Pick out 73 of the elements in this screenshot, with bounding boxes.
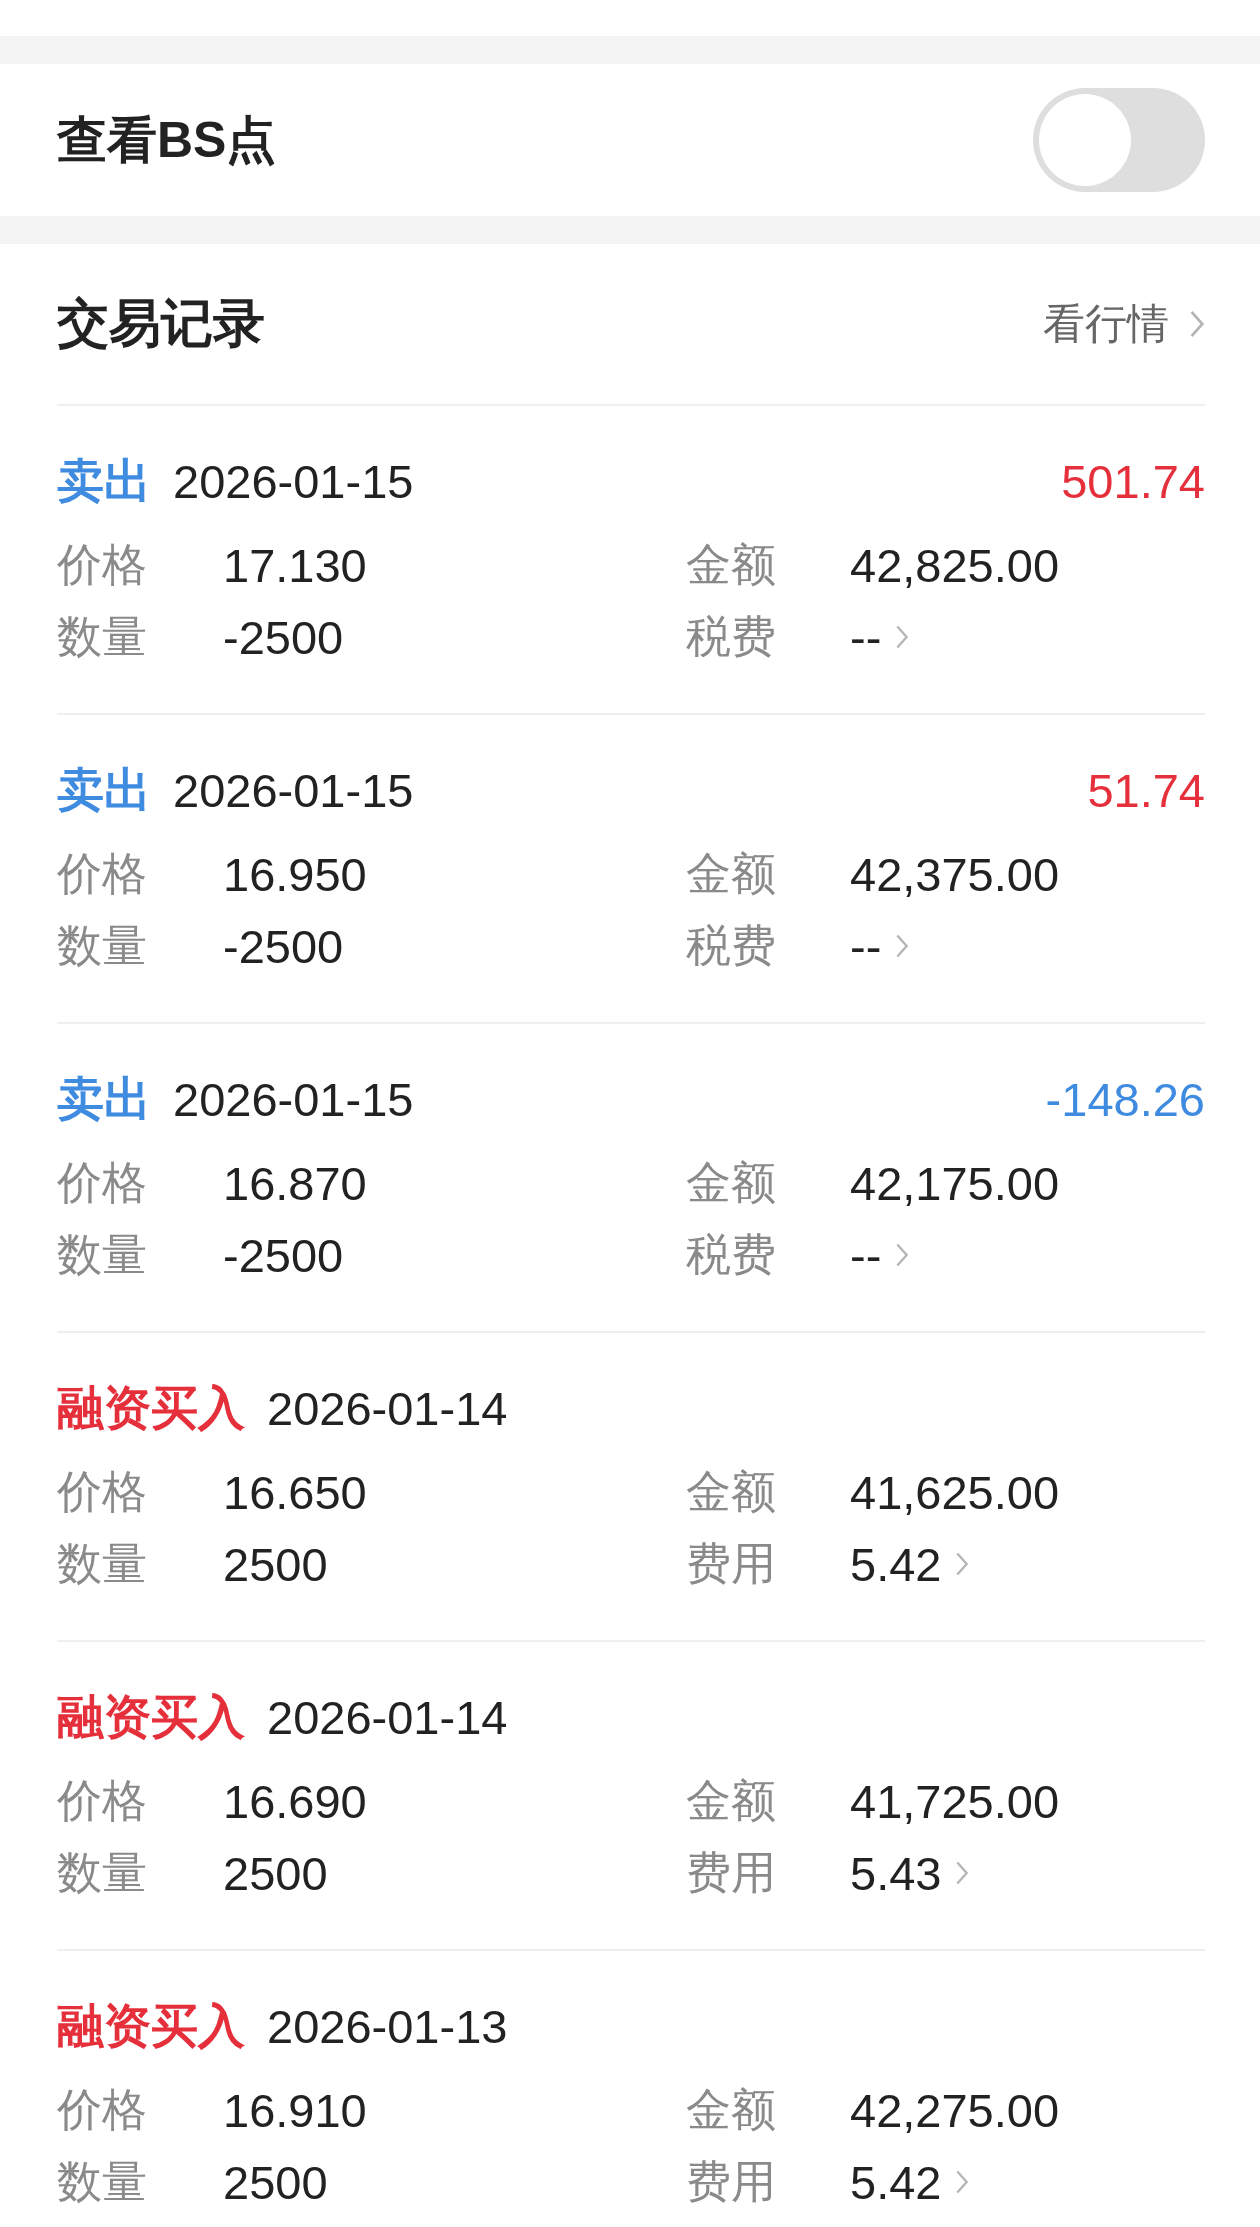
fee-link[interactable]: 5.42 <box>850 2154 942 2210</box>
chevron-icon <box>895 933 910 959</box>
field-label: 数量 <box>57 2155 148 2209</box>
price-value: 16.650 <box>223 1464 368 1520</box>
quantity-value: -2500 <box>223 609 345 665</box>
trade-type: 卖出 <box>57 452 151 509</box>
fee-link[interactable]: -- <box>850 918 882 974</box>
amount-value: 42,375.00 <box>850 846 1061 902</box>
chevron-icon <box>955 1860 970 1886</box>
field-label: 金额 <box>686 538 777 592</box>
quantity-value: -2500 <box>223 1227 345 1283</box>
field-label: 价格 <box>57 1774 148 1828</box>
setting-label: 查看BS点 <box>57 110 277 170</box>
market-link[interactable]: 看行情 <box>1043 296 1205 352</box>
field-label: 价格 <box>57 2083 148 2137</box>
chevron-icon <box>895 624 910 650</box>
trade-date: 2026-01-15 <box>173 762 414 818</box>
amount-value: 42,825.00 <box>850 537 1061 593</box>
field-label: 税费 <box>686 1228 777 1282</box>
price-value: 16.950 <box>223 846 368 902</box>
profit-value: 51.74 <box>1087 762 1205 818</box>
field-label: 价格 <box>57 1465 148 1519</box>
fee-link[interactable]: -- <box>850 609 882 665</box>
trade-date: 2026-01-14 <box>267 1380 508 1436</box>
profit-value: -148.26 <box>1045 1071 1205 1127</box>
trade-date: 2026-01-14 <box>267 1689 508 1745</box>
trade-type: 融资买入 <box>57 1997 245 2054</box>
fee-link[interactable]: 5.42 <box>850 1536 942 1592</box>
field-label: 数量 <box>57 919 148 973</box>
field-label: 税费 <box>686 610 777 664</box>
amount-value: 42,275.00 <box>850 2082 1061 2138</box>
field-label: 费用 <box>686 2155 777 2209</box>
field-label: 金额 <box>686 1156 777 1210</box>
chevron-icon <box>895 1242 910 1268</box>
quantity-value: 2500 <box>223 1845 329 1901</box>
field-label: 税费 <box>686 919 777 973</box>
price-value: 17.130 <box>223 537 368 593</box>
trade-type: 融资买入 <box>57 1688 245 1745</box>
field-label: 金额 <box>686 1465 777 1519</box>
field-label: 费用 <box>686 1537 777 1591</box>
fee-link[interactable]: 5.43 <box>850 1845 942 1901</box>
price-value: 16.690 <box>223 1773 368 1829</box>
trade-type: 卖出 <box>57 761 151 818</box>
field-label: 数量 <box>57 1228 148 1282</box>
amount-value: 41,625.00 <box>850 1464 1061 1520</box>
trade-type: 融资买入 <box>57 1379 245 1436</box>
section-title: 交易记录 <box>57 293 265 354</box>
trade-type: 卖出 <box>57 1070 151 1127</box>
quantity-value: 2500 <box>223 1536 329 1592</box>
field-label: 数量 <box>57 1537 148 1591</box>
field-label: 金额 <box>686 1774 777 1828</box>
field-label: 数量 <box>57 1846 148 1900</box>
trade-date: 2026-01-15 <box>173 453 414 509</box>
price-value: 16.870 <box>223 1155 368 1211</box>
trade-date: 2026-01-15 <box>173 1071 414 1127</box>
field-label: 费用 <box>686 1846 777 1900</box>
field-label: 价格 <box>57 538 148 592</box>
field-label: 金额 <box>686 847 777 901</box>
chevron-icon <box>955 2169 970 2195</box>
chevron-icon <box>955 1551 970 1577</box>
profit-value: 501.74 <box>1061 453 1205 509</box>
fee-link[interactable]: -- <box>850 1227 882 1283</box>
field-label: 数量 <box>57 610 148 664</box>
chevron-icon <box>1189 308 1205 340</box>
field-label: 价格 <box>57 1156 148 1210</box>
trade-date: 2026-01-13 <box>267 1998 508 2054</box>
quantity-value: 2500 <box>223 2154 329 2210</box>
field-label: 金额 <box>686 2083 777 2137</box>
amount-value: 41,725.00 <box>850 1773 1061 1829</box>
price-value: 16.910 <box>223 2082 368 2138</box>
field-label: 价格 <box>57 847 148 901</box>
quantity-value: -2500 <box>223 918 345 974</box>
amount-value: 42,175.00 <box>850 1155 1061 1211</box>
